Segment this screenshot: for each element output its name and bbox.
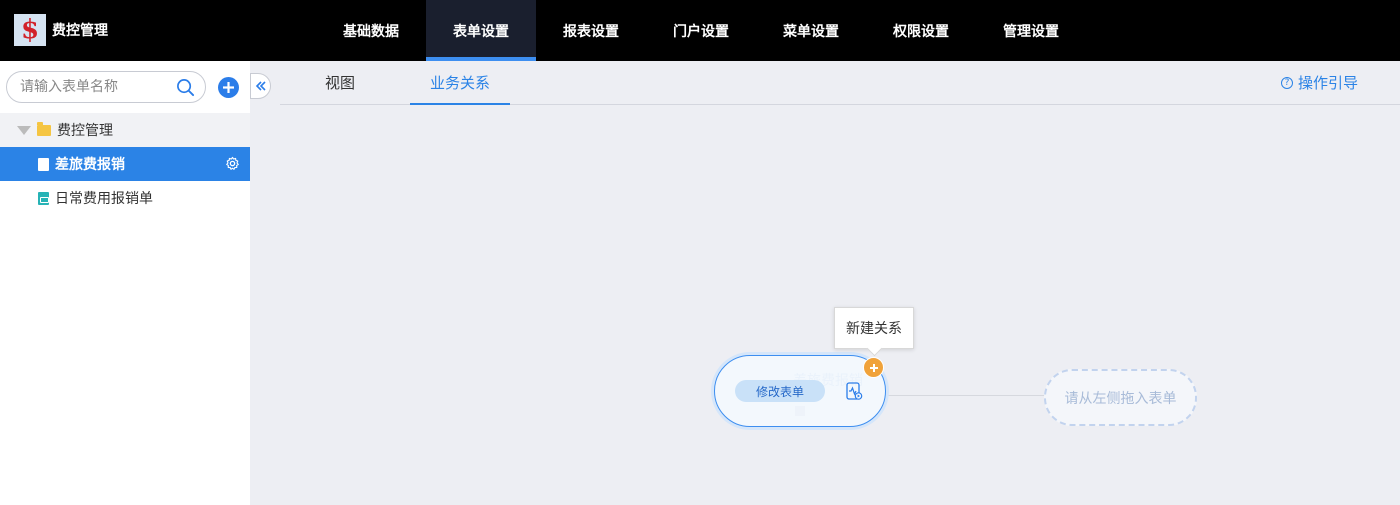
folder-icon xyxy=(37,121,51,136)
nav-item-report-settings[interactable]: 报表设置 xyxy=(536,0,646,61)
drop-target-placeholder[interactable]: 请从左侧拖入表单 xyxy=(1044,369,1197,426)
node-subtitle-block xyxy=(795,406,805,416)
operation-guide-link[interactable]: ? 操作引导 xyxy=(1280,61,1358,104)
nav-item-portal-settings[interactable]: 门户设置 xyxy=(646,0,756,61)
search-icon[interactable] xyxy=(176,78,195,97)
guide-label: 操作引导 xyxy=(1297,74,1358,92)
app-title: 费控管理 xyxy=(52,23,108,39)
form-icon xyxy=(38,157,49,171)
add-form-button[interactable] xyxy=(218,77,239,98)
search-input[interactable] xyxy=(20,79,170,95)
edit-form-button[interactable]: 修改表单 xyxy=(735,380,825,402)
nav-item-form-settings[interactable]: 表单设置 xyxy=(426,0,536,61)
preview-icon[interactable] xyxy=(846,382,863,401)
tree-root-label: 费控管理 xyxy=(57,123,113,139)
plus-icon xyxy=(223,82,234,93)
search-box xyxy=(6,71,206,103)
new-relation-tooltip: 新建关系 xyxy=(834,307,914,349)
relation-connector xyxy=(884,395,1046,396)
tree-item-label: 日常费用报销单 xyxy=(55,191,153,207)
app-logo: $ xyxy=(14,14,46,46)
tree-root-folder[interactable]: 费控管理 xyxy=(0,113,250,147)
double-chevron-left-icon xyxy=(255,81,266,91)
tab-view[interactable]: 视图 xyxy=(310,61,370,104)
main-tabs: 视图 业务关系 ? 操作引导 xyxy=(280,61,1400,105)
sidebar: 费控管理 差旅费报销 日常费用报销单 xyxy=(0,61,250,505)
help-icon: ? xyxy=(1280,76,1293,89)
top-bar: $ 费控管理 基础数据 表单设置 报表设置 门户设置 菜单设置 权限设置 管理设… xyxy=(0,0,1400,61)
form-node[interactable]: 差旅费报销 修改表单 xyxy=(714,355,886,427)
add-relation-button[interactable] xyxy=(863,357,884,378)
tree-item-daily-expense[interactable]: 日常费用报销单 xyxy=(0,181,250,215)
nav-item-permission-settings[interactable]: 权限设置 xyxy=(866,0,976,61)
nav-item-menu-settings[interactable]: 菜单设置 xyxy=(756,0,866,61)
collapse-sidebar-button[interactable] xyxy=(250,73,271,99)
form-icon xyxy=(38,191,49,205)
tree-item-label: 差旅费报销 xyxy=(55,157,125,173)
tab-business-relation[interactable]: 业务关系 xyxy=(410,61,510,105)
main-nav: 基础数据 表单设置 报表设置 门户设置 菜单设置 权限设置 管理设置 xyxy=(316,0,1086,61)
tree-item-travel-expense[interactable]: 差旅费报销 xyxy=(0,147,250,181)
plus-icon xyxy=(869,363,878,372)
nav-item-basic-data[interactable]: 基础数据 xyxy=(316,0,426,61)
gear-icon[interactable] xyxy=(225,156,240,171)
caret-down-icon[interactable] xyxy=(17,125,31,135)
brand[interactable]: $ 费控管理 xyxy=(14,14,108,46)
logo-glyph: $ xyxy=(20,15,40,45)
nav-item-admin-settings[interactable]: 管理设置 xyxy=(976,0,1086,61)
